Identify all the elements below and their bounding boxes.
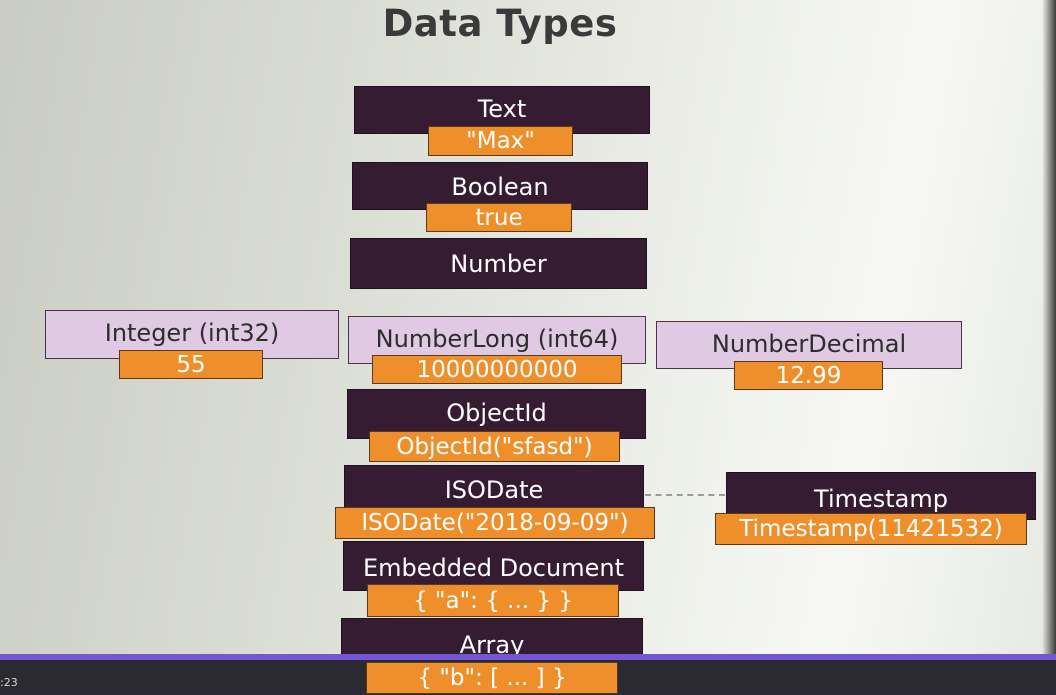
progress-line <box>0 654 1056 660</box>
screen-bezel-edge <box>1042 0 1056 655</box>
number-type-box: Number <box>350 238 647 289</box>
array-type-value: { "b": [ ... ] } <box>366 662 618 694</box>
slide-title: Data Types <box>382 2 618 45</box>
isodate-timestamp-connector <box>645 494 725 496</box>
boolean-type-value: true <box>426 203 572 232</box>
number-type-label: Number <box>450 250 547 278</box>
text-type-value: "Max" <box>428 126 573 156</box>
numberdecimal-type-value: 12.99 <box>734 361 883 390</box>
isodate-type-value: ISODate("2018-09-09") <box>335 507 655 539</box>
embedded-document-type-value: { "a": { ... } } <box>367 584 619 617</box>
timestamp-type-value: Timestamp(11421532) <box>715 513 1027 545</box>
corner-timestamp: :23 <box>0 676 18 689</box>
objectid-type-value: ObjectId("sfasd") <box>369 431 620 462</box>
integer-type-value: 55 <box>119 350 263 379</box>
numberlong-type-value: 10000000000 <box>372 355 622 384</box>
isodate-type-box: ISODate <box>344 465 644 513</box>
